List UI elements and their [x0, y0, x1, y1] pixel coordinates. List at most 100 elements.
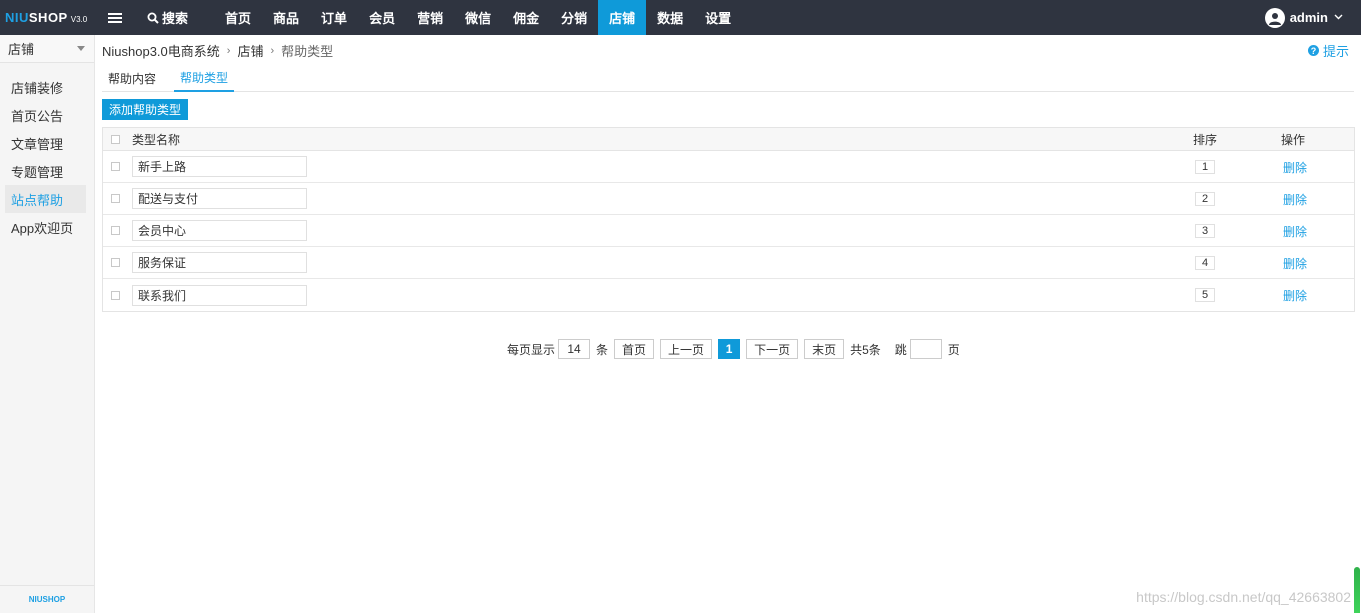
- first-page-button[interactable]: 首页: [614, 339, 655, 359]
- jump-page-input[interactable]: [909, 339, 942, 359]
- logo-version: V3.0: [70, 14, 88, 24]
- table-row: 删除: [103, 279, 1354, 311]
- current-page-button[interactable]: 1: [718, 339, 741, 359]
- search-icon: [147, 12, 159, 24]
- sort-order-input[interactable]: [1195, 288, 1215, 302]
- caret-down-icon: [77, 46, 85, 51]
- top-bar: NIU SHOP V3.0 搜索 首页 商品 订单 会员 营销 微信 佣金 分销 店铺 数据 设置 ad…: [0, 0, 1361, 35]
- add-help-type-button[interactable]: 添加帮助类型: [102, 99, 189, 120]
- nav-item[interactable]: 会员: [358, 0, 406, 35]
- sort-order-input[interactable]: [1195, 255, 1215, 270]
- type-name-input[interactable]: [132, 252, 307, 273]
- breadcrumb: Niushop3.0电商系统 › 店铺 › 帮助类型: [102, 41, 333, 60]
- sidebar-item[interactable]: 文章管理: [5, 129, 86, 157]
- brand-logo[interactable]: NIU SHOP V3.0: [0, 0, 95, 35]
- total-count: 共5条: [850, 342, 881, 357]
- watermark-text: https://blog.csdn.net/qq_42663802: [1136, 589, 1351, 605]
- table-row: 删除: [103, 151, 1354, 183]
- nav-item[interactable]: 商品: [262, 0, 310, 35]
- breadcrumb-section[interactable]: 店铺: [237, 41, 263, 60]
- row-checkbox[interactable]: [111, 226, 120, 235]
- tab[interactable]: 帮助类型: [174, 65, 235, 92]
- footer-logo-text: NIUSHOP: [28, 595, 66, 604]
- sidebar-item[interactable]: 站点帮助: [5, 185, 86, 213]
- type-name-input[interactable]: [132, 188, 307, 209]
- select-all-checkbox[interactable]: [111, 134, 120, 144]
- tab-bar: 帮助内容 帮助类型: [102, 65, 1354, 92]
- breadcrumb-current: 帮助类型: [281, 44, 334, 59]
- sidebar: 店铺 店铺装修 首页公告 文章管理 专题管理 站点帮助 App欢迎页 NIUSHOP: [0, 35, 95, 613]
- nav-item[interactable]: 订单: [310, 0, 358, 35]
- table-row: 删除: [103, 215, 1354, 247]
- type-name-input[interactable]: [132, 220, 307, 241]
- sidebar-list: 店铺装修 首页公告 文章管理 专题管理 站点帮助 App欢迎页: [0, 73, 94, 241]
- search-button[interactable]: 搜索: [135, 0, 200, 35]
- last-page-button[interactable]: 末页: [804, 339, 845, 359]
- logo-shop: SHOP: [28, 10, 68, 25]
- delete-link[interactable]: 删除: [1283, 191, 1307, 208]
- breadcrumb-root[interactable]: Niushop3.0电商系统: [102, 41, 220, 60]
- logo-niu: NIU: [5, 10, 29, 25]
- hamburger-menu-icon[interactable]: [95, 0, 135, 35]
- main-content: Niushop3.0电商系统 › 店铺 › 帮助类型 ? 提示 帮助内容 帮助类型…: [95, 35, 1361, 613]
- sidebar-item[interactable]: 店铺装修: [5, 73, 86, 101]
- username: admin: [1289, 10, 1328, 25]
- delete-link[interactable]: 删除: [1283, 287, 1307, 304]
- scroll-indicator[interactable]: [1354, 567, 1360, 613]
- table-header: 类型名称 排序 操作: [103, 128, 1354, 151]
- type-name-input[interactable]: [132, 284, 307, 306]
- question-circle-icon: ?: [1307, 45, 1319, 56]
- sort-order-input[interactable]: [1195, 191, 1215, 206]
- row-checkbox[interactable]: [111, 162, 120, 171]
- prev-page-button[interactable]: 上一页: [660, 339, 713, 359]
- row-checkbox[interactable]: [111, 258, 120, 267]
- type-name-input[interactable]: [132, 156, 307, 177]
- sidebar-footer-logo: NIUSHOP: [0, 585, 94, 613]
- table-body: 删除删除删除删除删除: [103, 151, 1354, 311]
- per-page-label: 每页显示: [507, 342, 556, 357]
- tips-label: 提示: [1322, 44, 1349, 59]
- nav-item[interactable]: 首页: [214, 0, 262, 35]
- nav-item[interactable]: 数据: [646, 0, 694, 35]
- nav-item[interactable]: 设置: [694, 0, 742, 35]
- nav-item[interactable]: 分销: [550, 0, 598, 35]
- header-op: 操作: [1281, 132, 1306, 147]
- jump-label: 跳: [894, 342, 907, 357]
- help-type-table: 类型名称 排序 操作 删除删除删除删除删除: [102, 127, 1355, 312]
- jump-unit: 页: [947, 342, 960, 357]
- nav-item[interactable]: 微信: [454, 0, 502, 35]
- table-row: 删除: [103, 183, 1354, 215]
- delete-link[interactable]: 删除: [1283, 223, 1307, 240]
- next-page-button[interactable]: 下一页: [746, 339, 799, 359]
- sort-order-input[interactable]: [1195, 223, 1215, 238]
- user-menu[interactable]: admin: [1264, 0, 1343, 35]
- row-checkbox[interactable]: [111, 290, 120, 300]
- delete-link[interactable]: 删除: [1283, 159, 1307, 176]
- search-label: 搜索: [162, 11, 189, 26]
- sidebar-select-label: 店铺: [8, 42, 35, 57]
- pagination: 每页显示 条 首页 上一页 1 下一页 末页 共5条 跳 页: [507, 339, 960, 359]
- header-name: 类型名称: [132, 132, 181, 147]
- nav-item[interactable]: 营销: [406, 0, 454, 35]
- tab[interactable]: 帮助内容: [102, 65, 162, 91]
- sidebar-item[interactable]: App欢迎页: [5, 213, 86, 241]
- user-icon: [1268, 12, 1281, 25]
- tips-button[interactable]: ? 提示: [1307, 41, 1349, 60]
- header-sort: 排序: [1193, 132, 1218, 147]
- hamburger-icon: [108, 12, 122, 23]
- breadcrumb-chevron-icon: ›: [226, 44, 231, 57]
- sidebar-module-select[interactable]: 店铺: [0, 35, 94, 63]
- per-page-input[interactable]: [558, 339, 591, 359]
- nav-item[interactable]: 店铺: [598, 0, 647, 35]
- per-page-unit: 条: [596, 342, 609, 357]
- sidebar-item[interactable]: 专题管理: [5, 157, 86, 185]
- sidebar-item[interactable]: 首页公告: [5, 101, 86, 129]
- delete-link[interactable]: 删除: [1283, 255, 1307, 272]
- avatar: [1264, 7, 1285, 28]
- chevron-down-icon: [1334, 12, 1343, 23]
- main-nav: 首页 商品 订单 会员 营销 微信 佣金 分销 店铺 数据 设置: [214, 0, 742, 35]
- sort-order-input[interactable]: [1195, 159, 1215, 174]
- row-checkbox[interactable]: [111, 194, 120, 203]
- nav-item[interactable]: 佣金: [502, 0, 550, 35]
- breadcrumb-chevron-icon: ›: [270, 44, 275, 57]
